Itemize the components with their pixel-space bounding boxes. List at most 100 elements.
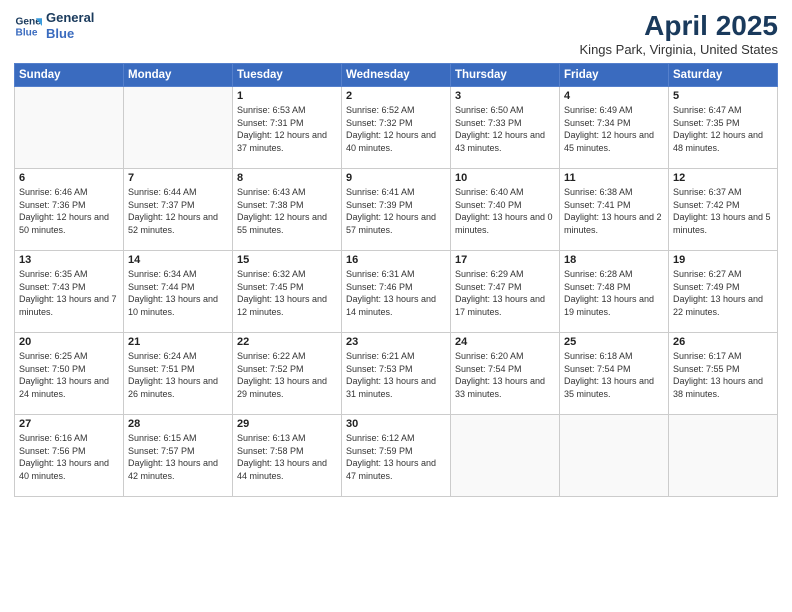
calendar-cell xyxy=(451,415,560,497)
day-info: Sunrise: 6:46 AM Sunset: 7:36 PM Dayligh… xyxy=(19,186,119,236)
day-number: 7 xyxy=(128,172,228,184)
day-number: 24 xyxy=(455,336,555,348)
calendar-cell: 16 Sunrise: 6:31 AM Sunset: 7:46 PM Dayli… xyxy=(342,251,451,333)
day-info: Sunrise: 6:18 AM Sunset: 7:54 PM Dayligh… xyxy=(564,350,664,400)
day-number: 11 xyxy=(564,172,664,184)
calendar-cell: 30 Sunrise: 6:12 AM Sunset: 7:59 PM Dayli… xyxy=(342,415,451,497)
day-info: Sunrise: 6:12 AM Sunset: 7:59 PM Dayligh… xyxy=(346,432,446,482)
day-header-saturday: Saturday xyxy=(669,64,778,87)
calendar-cell: 2 Sunrise: 6:52 AM Sunset: 7:32 PM Daylig… xyxy=(342,87,451,169)
day-info: Sunrise: 6:22 AM Sunset: 7:52 PM Dayligh… xyxy=(237,350,337,400)
day-info: Sunrise: 6:17 AM Sunset: 7:55 PM Dayligh… xyxy=(673,350,773,400)
day-number: 30 xyxy=(346,418,446,430)
logo-text: General Blue xyxy=(46,10,94,41)
calendar-cell: 11Sunrise: 6:38 AM Sunset: 7:41 PM Dayli… xyxy=(560,169,669,251)
day-info: Sunrise: 6:31 AM Sunset: 7:46 PM Dayligh… xyxy=(346,268,446,318)
calendar-cell: 12 Sunrise: 6:37 AM Sunset: 7:42 PM Dayli… xyxy=(669,169,778,251)
calendar: SundayMondayTuesdayWednesdayThursdayFrid… xyxy=(14,63,778,497)
day-info: Sunrise: 6:20 AM Sunset: 7:54 PM Dayligh… xyxy=(455,350,555,400)
logo-line1: General xyxy=(46,10,94,26)
subtitle: Kings Park, Virginia, United States xyxy=(580,42,778,57)
main-title: April 2025 xyxy=(580,10,778,42)
day-number: 10 xyxy=(455,172,555,184)
calendar-cell: 1Sunrise: 6:53 AM Sunset: 7:31 PM Daylig… xyxy=(233,87,342,169)
calendar-cell: 3 Sunrise: 6:50 AM Sunset: 7:33 PM Daylig… xyxy=(451,87,560,169)
day-info: Sunrise: 6:40 AM Sunset: 7:40 PM Dayligh… xyxy=(455,186,555,236)
calendar-cell: 22 Sunrise: 6:22 AM Sunset: 7:52 PM Dayli… xyxy=(233,333,342,415)
day-info: Sunrise: 6:43 AM Sunset: 7:38 PM Dayligh… xyxy=(237,186,337,236)
calendar-cell: 7 Sunrise: 6:44 AM Sunset: 7:37 PM Daylig… xyxy=(124,169,233,251)
day-number: 4 xyxy=(564,90,664,102)
day-number: 21 xyxy=(128,336,228,348)
day-info: Sunrise: 6:44 AM Sunset: 7:37 PM Dayligh… xyxy=(128,186,228,236)
day-number: 14 xyxy=(128,254,228,266)
day-number: 15 xyxy=(237,254,337,266)
day-number: 17 xyxy=(455,254,555,266)
page: General Blue General Blue April 2025 Kin… xyxy=(0,0,792,612)
day-number: 3 xyxy=(455,90,555,102)
week-row-1: 1Sunrise: 6:53 AM Sunset: 7:31 PM Daylig… xyxy=(15,87,778,169)
logo: General Blue General Blue xyxy=(14,10,94,41)
calendar-cell: 27 Sunrise: 6:16 AM Sunset: 7:56 PM Dayli… xyxy=(15,415,124,497)
calendar-cell: 25 Sunrise: 6:18 AM Sunset: 7:54 PM Dayli… xyxy=(560,333,669,415)
day-number: 12 xyxy=(673,172,773,184)
calendar-cell: 6 Sunrise: 6:46 AM Sunset: 7:36 PM Daylig… xyxy=(15,169,124,251)
day-number: 1 xyxy=(237,90,337,102)
week-row-2: 6 Sunrise: 6:46 AM Sunset: 7:36 PM Daylig… xyxy=(15,169,778,251)
calendar-cell: 29Sunrise: 6:13 AM Sunset: 7:58 PM Dayli… xyxy=(233,415,342,497)
day-info: Sunrise: 6:29 AM Sunset: 7:47 PM Dayligh… xyxy=(455,268,555,318)
title-block: April 2025 Kings Park, Virginia, United … xyxy=(580,10,778,57)
calendar-cell: 9 Sunrise: 6:41 AM Sunset: 7:39 PM Daylig… xyxy=(342,169,451,251)
svg-text:General: General xyxy=(16,16,42,27)
calendar-cell: 8Sunrise: 6:43 AM Sunset: 7:38 PM Daylig… xyxy=(233,169,342,251)
calendar-cell: 15Sunrise: 6:32 AM Sunset: 7:45 PM Dayli… xyxy=(233,251,342,333)
day-info: Sunrise: 6:47 AM Sunset: 7:35 PM Dayligh… xyxy=(673,104,773,154)
svg-text:Blue: Blue xyxy=(16,27,38,38)
day-info: Sunrise: 6:35 AM Sunset: 7:43 PM Dayligh… xyxy=(19,268,119,318)
calendar-cell xyxy=(560,415,669,497)
day-number: 19 xyxy=(673,254,773,266)
day-info: Sunrise: 6:52 AM Sunset: 7:32 PM Dayligh… xyxy=(346,104,446,154)
day-header-thursday: Thursday xyxy=(451,64,560,87)
day-info: Sunrise: 6:41 AM Sunset: 7:39 PM Dayligh… xyxy=(346,186,446,236)
day-number: 20 xyxy=(19,336,119,348)
calendar-cell: 18 Sunrise: 6:28 AM Sunset: 7:48 PM Dayli… xyxy=(560,251,669,333)
calendar-cell: 13Sunrise: 6:35 AM Sunset: 7:43 PM Dayli… xyxy=(15,251,124,333)
day-header-friday: Friday xyxy=(560,64,669,87)
calendar-cell: 28Sunrise: 6:15 AM Sunset: 7:57 PM Dayli… xyxy=(124,415,233,497)
logo-line2: Blue xyxy=(46,26,94,42)
day-number: 9 xyxy=(346,172,446,184)
header: General Blue General Blue April 2025 Kin… xyxy=(14,10,778,57)
calendar-cell xyxy=(669,415,778,497)
day-number: 25 xyxy=(564,336,664,348)
day-header-sunday: Sunday xyxy=(15,64,124,87)
day-info: Sunrise: 6:25 AM Sunset: 7:50 PM Dayligh… xyxy=(19,350,119,400)
calendar-cell: 24 Sunrise: 6:20 AM Sunset: 7:54 PM Dayli… xyxy=(451,333,560,415)
calendar-cell: 14 Sunrise: 6:34 AM Sunset: 7:44 PM Dayli… xyxy=(124,251,233,333)
day-info: Sunrise: 6:24 AM Sunset: 7:51 PM Dayligh… xyxy=(128,350,228,400)
day-info: Sunrise: 6:50 AM Sunset: 7:33 PM Dayligh… xyxy=(455,104,555,154)
day-number: 2 xyxy=(346,90,446,102)
calendar-cell: 21 Sunrise: 6:24 AM Sunset: 7:51 PM Dayli… xyxy=(124,333,233,415)
day-header-monday: Monday xyxy=(124,64,233,87)
week-row-3: 13Sunrise: 6:35 AM Sunset: 7:43 PM Dayli… xyxy=(15,251,778,333)
calendar-header-row: SundayMondayTuesdayWednesdayThursdayFrid… xyxy=(15,64,778,87)
day-number: 27 xyxy=(19,418,119,430)
calendar-cell: 4Sunrise: 6:49 AM Sunset: 7:34 PM Daylig… xyxy=(560,87,669,169)
day-info: Sunrise: 6:34 AM Sunset: 7:44 PM Dayligh… xyxy=(128,268,228,318)
day-info: Sunrise: 6:16 AM Sunset: 7:56 PM Dayligh… xyxy=(19,432,119,482)
day-number: 6 xyxy=(19,172,119,184)
day-info: Sunrise: 6:28 AM Sunset: 7:48 PM Dayligh… xyxy=(564,268,664,318)
day-number: 16 xyxy=(346,254,446,266)
day-number: 28 xyxy=(128,418,228,430)
logo-icon: General Blue xyxy=(14,12,42,40)
calendar-cell xyxy=(15,87,124,169)
day-info: Sunrise: 6:37 AM Sunset: 7:42 PM Dayligh… xyxy=(673,186,773,236)
day-header-wednesday: Wednesday xyxy=(342,64,451,87)
day-number: 18 xyxy=(564,254,664,266)
day-number: 23 xyxy=(346,336,446,348)
day-info: Sunrise: 6:13 AM Sunset: 7:58 PM Dayligh… xyxy=(237,432,337,482)
calendar-cell: 10 Sunrise: 6:40 AM Sunset: 7:40 PM Dayli… xyxy=(451,169,560,251)
calendar-cell xyxy=(124,87,233,169)
day-number: 22 xyxy=(237,336,337,348)
